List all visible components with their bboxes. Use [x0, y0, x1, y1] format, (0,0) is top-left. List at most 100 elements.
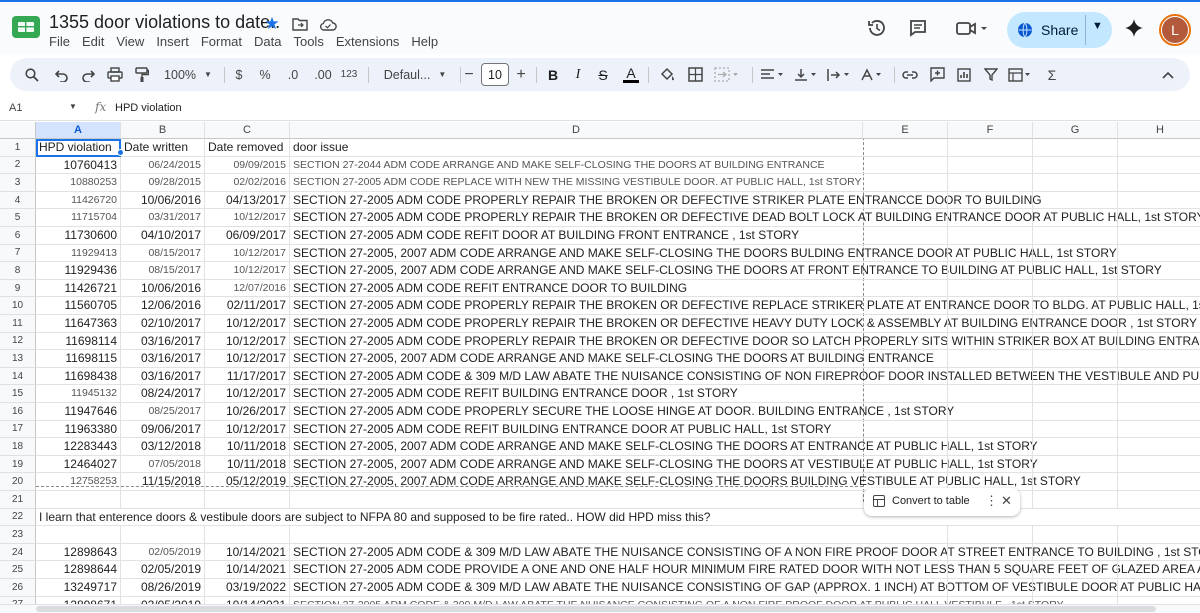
table-cell[interactable]	[205, 491, 290, 509]
convert-to-table-chip[interactable]: Convert to table ⋮ ✕	[864, 488, 1020, 516]
table-cell[interactable]	[1033, 420, 1118, 439]
row-header[interactable]: 7	[0, 244, 36, 263]
table-cell[interactable]: 11426721	[36, 279, 121, 298]
filter-views-icon[interactable]	[1006, 58, 1036, 91]
table-cell[interactable]	[948, 156, 1033, 175]
table-cell[interactable]	[863, 420, 948, 439]
table-cell[interactable]	[863, 262, 948, 280]
table-cell[interactable]: 04/10/2017	[121, 227, 205, 245]
table-cell[interactable]	[863, 561, 948, 579]
table-cell[interactable]: 11698438	[36, 367, 121, 386]
door-issue-cell[interactable]: SECTION 27-2005 ADM CODE & 309 M/D LAW A…	[290, 579, 1200, 597]
table-cell[interactable]	[863, 367, 948, 386]
collapse-toolbar-icon[interactable]	[1158, 58, 1178, 91]
table-cell[interactable]: 12898643	[36, 543, 121, 562]
column-header-h[interactable]: H	[1118, 122, 1200, 139]
borders-icon[interactable]	[686, 58, 704, 91]
door-issue-cell[interactable]: SECTION 27-2005 ADM CODE & 309 M/D LAW A…	[290, 368, 1200, 386]
column-header-g[interactable]: G	[1033, 122, 1118, 139]
avatar[interactable]: L	[1159, 14, 1191, 46]
row-header[interactable]: 15	[0, 385, 36, 403]
table-cell[interactable]	[1033, 579, 1118, 597]
column-header-b[interactable]: B	[121, 122, 205, 139]
table-cell[interactable]	[1033, 385, 1118, 403]
bold-button[interactable]: B	[545, 58, 561, 91]
table-cell[interactable]: 11560705	[36, 297, 121, 315]
table-cell[interactable]	[1118, 157, 1200, 175]
table-cell[interactable]: 10/12/2017	[205, 350, 290, 368]
table-cell[interactable]	[863, 297, 948, 315]
table-cell[interactable]: Date written	[121, 139, 205, 157]
table-cell[interactable]	[863, 385, 948, 403]
menu-extensions[interactable]: Extensions	[336, 34, 400, 49]
text-rotation-icon[interactable]	[858, 58, 888, 91]
italic-button[interactable]: I	[570, 58, 586, 91]
table-cell[interactable]: 11929413	[36, 244, 121, 263]
table-cell[interactable]: 03/12/2018	[121, 438, 205, 456]
font-select[interactable]: Defaul... ▼	[376, 58, 454, 91]
table-cell[interactable]	[1118, 139, 1200, 157]
table-cell[interactable]	[1118, 491, 1200, 509]
table-cell[interactable]	[1118, 579, 1200, 597]
table-cell[interactable]	[948, 209, 1033, 227]
paint-format-icon[interactable]	[132, 58, 152, 91]
table-cell[interactable]	[1033, 297, 1118, 315]
move-folder-icon[interactable]	[290, 14, 310, 34]
row-header[interactable]: 14	[0, 367, 36, 386]
more-formats-button[interactable]: 123	[338, 58, 360, 91]
table-cell[interactable]	[1033, 367, 1118, 386]
table-cell[interactable]: 10/12/2017	[205, 385, 290, 403]
table-cell[interactable]	[863, 191, 948, 210]
table-cell[interactable]	[863, 332, 948, 351]
table-cell[interactable]	[863, 227, 948, 245]
door-issue-cell[interactable]: SECTION 27-2005, 2007 ADM CODE ARRANGE A…	[290, 245, 1117, 263]
table-cell[interactable]	[1118, 227, 1200, 245]
table-cell[interactable]	[1118, 509, 1200, 527]
decrease-font-size-icon[interactable]: −	[462, 58, 476, 91]
table-cell[interactable]	[1033, 561, 1118, 579]
table-cell[interactable]	[948, 367, 1033, 386]
row-header[interactable]: 24	[0, 543, 36, 562]
table-cell[interactable]: 10/06/2016	[121, 191, 205, 210]
undo-icon[interactable]	[52, 58, 72, 91]
row-header[interactable]: 26	[0, 579, 36, 597]
table-cell[interactable]	[1033, 403, 1118, 421]
table-cell[interactable]: 08/26/2019	[121, 579, 205, 597]
column-header-e[interactable]: E	[863, 122, 948, 139]
column-header-c[interactable]: C	[205, 122, 290, 139]
table-cell[interactable]	[1118, 385, 1200, 403]
table-cell[interactable]	[1033, 262, 1118, 280]
table-cell[interactable]	[36, 491, 121, 509]
row-header[interactable]: 20	[0, 473, 36, 491]
table-cell[interactable]	[948, 315, 1033, 333]
table-cell[interactable]: 11426720	[36, 191, 121, 210]
row-header[interactable]: 12	[0, 332, 36, 351]
door-issue-cell[interactable]: SECTION 27-2005 ADM CODE PROPERLY SECURE…	[290, 403, 954, 421]
insert-chart-icon[interactable]	[954, 58, 974, 91]
table-cell[interactable]	[948, 526, 1033, 544]
table-cell[interactable]: 08/15/2017	[121, 262, 205, 280]
table-cell[interactable]	[1118, 350, 1200, 368]
menu-tools[interactable]: Tools	[293, 34, 323, 49]
font-size-input[interactable]: 10	[481, 63, 509, 86]
comments-icon[interactable]	[902, 12, 934, 44]
table-cell[interactable]: 11947646	[36, 403, 121, 421]
door-issue-cell[interactable]: SECTION 27-2005 ADM CODE REFIT BUILDING …	[290, 421, 863, 439]
table-cell[interactable]: 10/12/2017	[205, 209, 290, 227]
table-cell[interactable]: 10/06/2016	[121, 279, 205, 298]
functions-icon[interactable]: Σ	[1044, 58, 1060, 91]
table-cell[interactable]: 07/05/2018	[121, 455, 205, 474]
door-issue-cell[interactable]: SECTION 27-2005 ADM CODE PROPERLY REPAIR…	[290, 192, 1042, 210]
table-cell[interactable]	[1118, 526, 1200, 544]
table-cell[interactable]: 09/06/2017	[121, 420, 205, 439]
door-issue-cell[interactable]: SECTION 27-2005 ADM CODE REFIT BUILDING …	[290, 385, 863, 403]
table-cell[interactable]	[1118, 245, 1200, 263]
table-cell[interactable]: 10760413	[36, 156, 121, 175]
table-cell[interactable]	[121, 526, 205, 544]
horizontal-scroll-thumb[interactable]	[36, 606, 1156, 612]
menu-help[interactable]: Help	[411, 34, 438, 49]
table-cell[interactable]: 11698115	[36, 350, 121, 368]
table-cell[interactable]	[1033, 438, 1118, 456]
share-button[interactable]: Share ▼	[1007, 12, 1112, 48]
table-cell[interactable]	[36, 526, 121, 544]
